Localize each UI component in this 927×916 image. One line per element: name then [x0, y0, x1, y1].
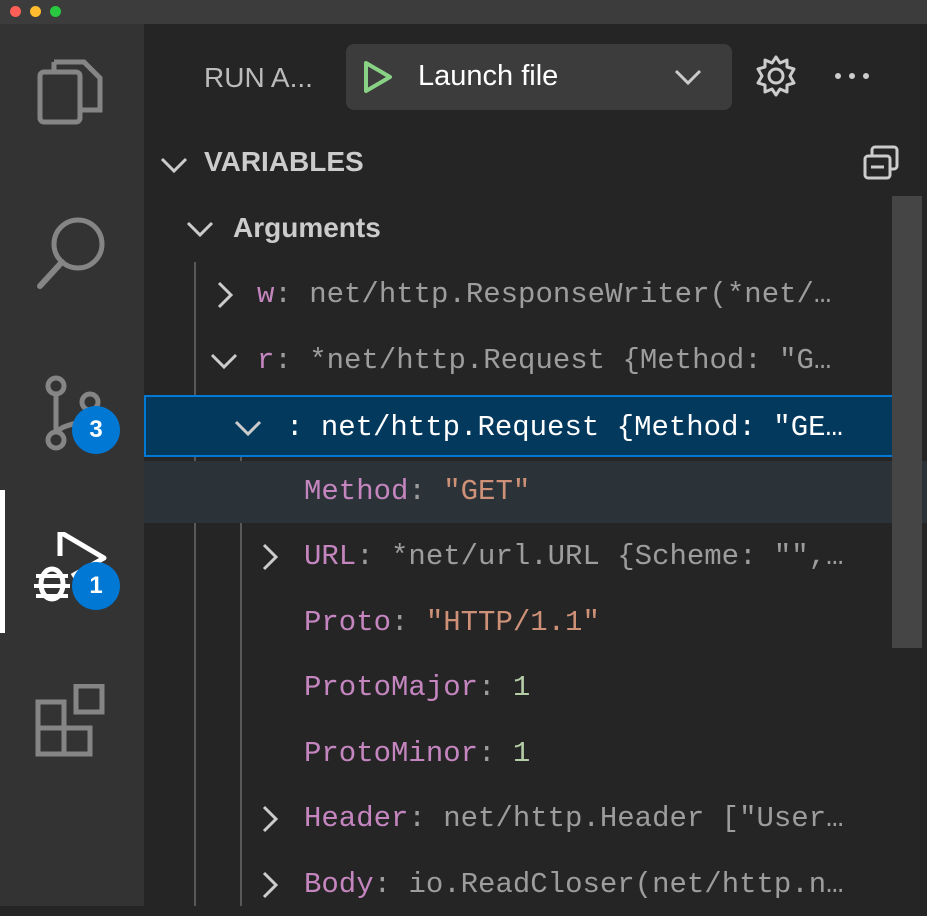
- variable-text: Header: net/http.Header ["User…: [304, 802, 884, 835]
- variable-row[interactable]: r: *net/http.Request {Method: "G…: [144, 330, 914, 392]
- chevron-down-icon: [674, 69, 702, 86]
- variable-name: Proto: [304, 606, 392, 639]
- variable-separator: :: [408, 475, 444, 508]
- chevron-right-icon[interactable]: [261, 871, 279, 899]
- variable-name: w: [257, 278, 275, 311]
- variable-value: "HTTP/1.1": [425, 606, 600, 639]
- variable-value: 1: [512, 671, 531, 704]
- variable-row[interactable]: Proto: "HTTP/1.1": [144, 592, 914, 654]
- variable-text: r: *net/http.Request {Method: "G…: [257, 344, 884, 377]
- minimize-window-button[interactable]: [30, 6, 41, 17]
- collapse-all-icon[interactable]: [862, 144, 900, 182]
- window-titlebar: [0, 0, 927, 24]
- variable-separator: :: [274, 344, 310, 377]
- debug-badge: 1: [72, 562, 120, 610]
- variable-separator: :: [478, 737, 513, 770]
- scope-label: Arguments: [233, 212, 381, 243]
- search-activity[interactable]: [0, 184, 144, 304]
- more-actions-icon[interactable]: [832, 54, 872, 98]
- variable-separator: :: [286, 411, 321, 444]
- launch-config-dropdown[interactable]: Launch file: [346, 44, 732, 110]
- chevron-right-icon[interactable]: [216, 281, 234, 309]
- variable-name: Body: [304, 868, 374, 901]
- variable-text: Body: io.ReadCloser(net/http.n…: [304, 868, 884, 901]
- chevron-down-icon: [160, 157, 188, 174]
- chevron-right-icon[interactable]: [261, 805, 279, 833]
- variable-row[interactable]: Header: net/http.Header ["User…: [144, 788, 914, 850]
- variable-row[interactable]: w: net/http.ResponseWriter(*net/…: [144, 264, 914, 326]
- close-window-button[interactable]: [10, 6, 21, 17]
- chevron-down-icon: [186, 221, 214, 238]
- variable-text: Proto: "HTTP/1.1": [304, 606, 884, 639]
- variable-text: URL: *net/url.URL {Scheme: "",…: [304, 540, 884, 573]
- variable-value: net/http.ResponseWriter(*net/…: [309, 278, 832, 311]
- activity-bar: 3 1: [0, 24, 144, 906]
- variable-row[interactable]: Method: "GET": [144, 461, 927, 523]
- variable-row[interactable]: ProtoMinor: 1: [144, 723, 914, 785]
- scope-arguments[interactable]: Arguments: [144, 198, 914, 260]
- variable-name: Method: [304, 475, 409, 508]
- variable-text: Method: "GET": [304, 475, 884, 508]
- files-icon: [37, 59, 103, 125]
- search-icon: [37, 217, 105, 289]
- variable-value: io.ReadCloser(net/http.n…: [408, 868, 844, 901]
- variable-name: r: [257, 344, 275, 377]
- variable-text: ProtoMinor: 1: [304, 737, 884, 770]
- variable-text: : net/http.Request {Method: "GE…: [286, 411, 888, 444]
- chevron-down-icon[interactable]: [210, 352, 238, 370]
- variables-section-header[interactable]: VARIABLES: [144, 134, 927, 194]
- variable-name: ProtoMinor: [304, 737, 479, 770]
- explorer-activity[interactable]: [0, 24, 144, 144]
- variable-separator: :: [478, 671, 513, 704]
- variable-row[interactable]: ProtoMajor: 1: [144, 657, 914, 719]
- variable-value: 1: [512, 737, 531, 770]
- gear-icon[interactable]: [754, 54, 798, 98]
- variable-value: "GET": [443, 475, 531, 508]
- extensions-activity[interactable]: [0, 654, 144, 774]
- variable-name: Header: [304, 802, 409, 835]
- run-debug-sidebar: RUN A... Launch file VARIABLES Arguments: [144, 24, 927, 906]
- extensions-icon: [35, 684, 105, 757]
- source-control-activity[interactable]: 3: [0, 344, 144, 464]
- scrollbar-thumb[interactable]: [892, 196, 922, 648]
- sidebar-title: RUN A...: [204, 62, 313, 93]
- variable-value: *net/url.URL {Scheme: "",…: [391, 540, 844, 573]
- chevron-down-icon[interactable]: [234, 419, 262, 437]
- variable-row[interactable]: URL: *net/url.URL {Scheme: "",…: [144, 526, 914, 588]
- variable-separator: :: [356, 540, 392, 573]
- variable-separator: :: [274, 278, 310, 311]
- zoom-window-button[interactable]: [50, 6, 61, 17]
- variable-value: net/http.Header ["User…: [443, 802, 844, 835]
- source-control-badge: 3: [72, 406, 120, 454]
- variable-value: *net/http.Request {Method: "G…: [309, 344, 832, 377]
- variable-name: ProtoMajor: [304, 671, 479, 704]
- chevron-right-icon[interactable]: [261, 543, 279, 571]
- variable-separator: :: [391, 606, 426, 639]
- variable-row-selected[interactable]: : net/http.Request {Method: "GE…: [144, 395, 922, 457]
- start-debugging-icon[interactable]: [362, 60, 394, 94]
- variable-name: URL: [304, 540, 357, 573]
- variable-value: net/http.Request {Method: "GE…: [320, 411, 843, 444]
- variable-text: ProtoMajor: 1: [304, 671, 884, 704]
- launch-config-label: Launch file: [418, 60, 559, 92]
- variable-separator: :: [373, 868, 409, 901]
- section-title: VARIABLES: [204, 146, 364, 177]
- variable-text: w: net/http.ResponseWriter(*net/…: [257, 278, 884, 311]
- variable-separator: :: [408, 802, 444, 835]
- run-debug-activity[interactable]: 1: [0, 502, 144, 622]
- variable-row[interactable]: Body: io.ReadCloser(net/http.n…: [144, 854, 914, 916]
